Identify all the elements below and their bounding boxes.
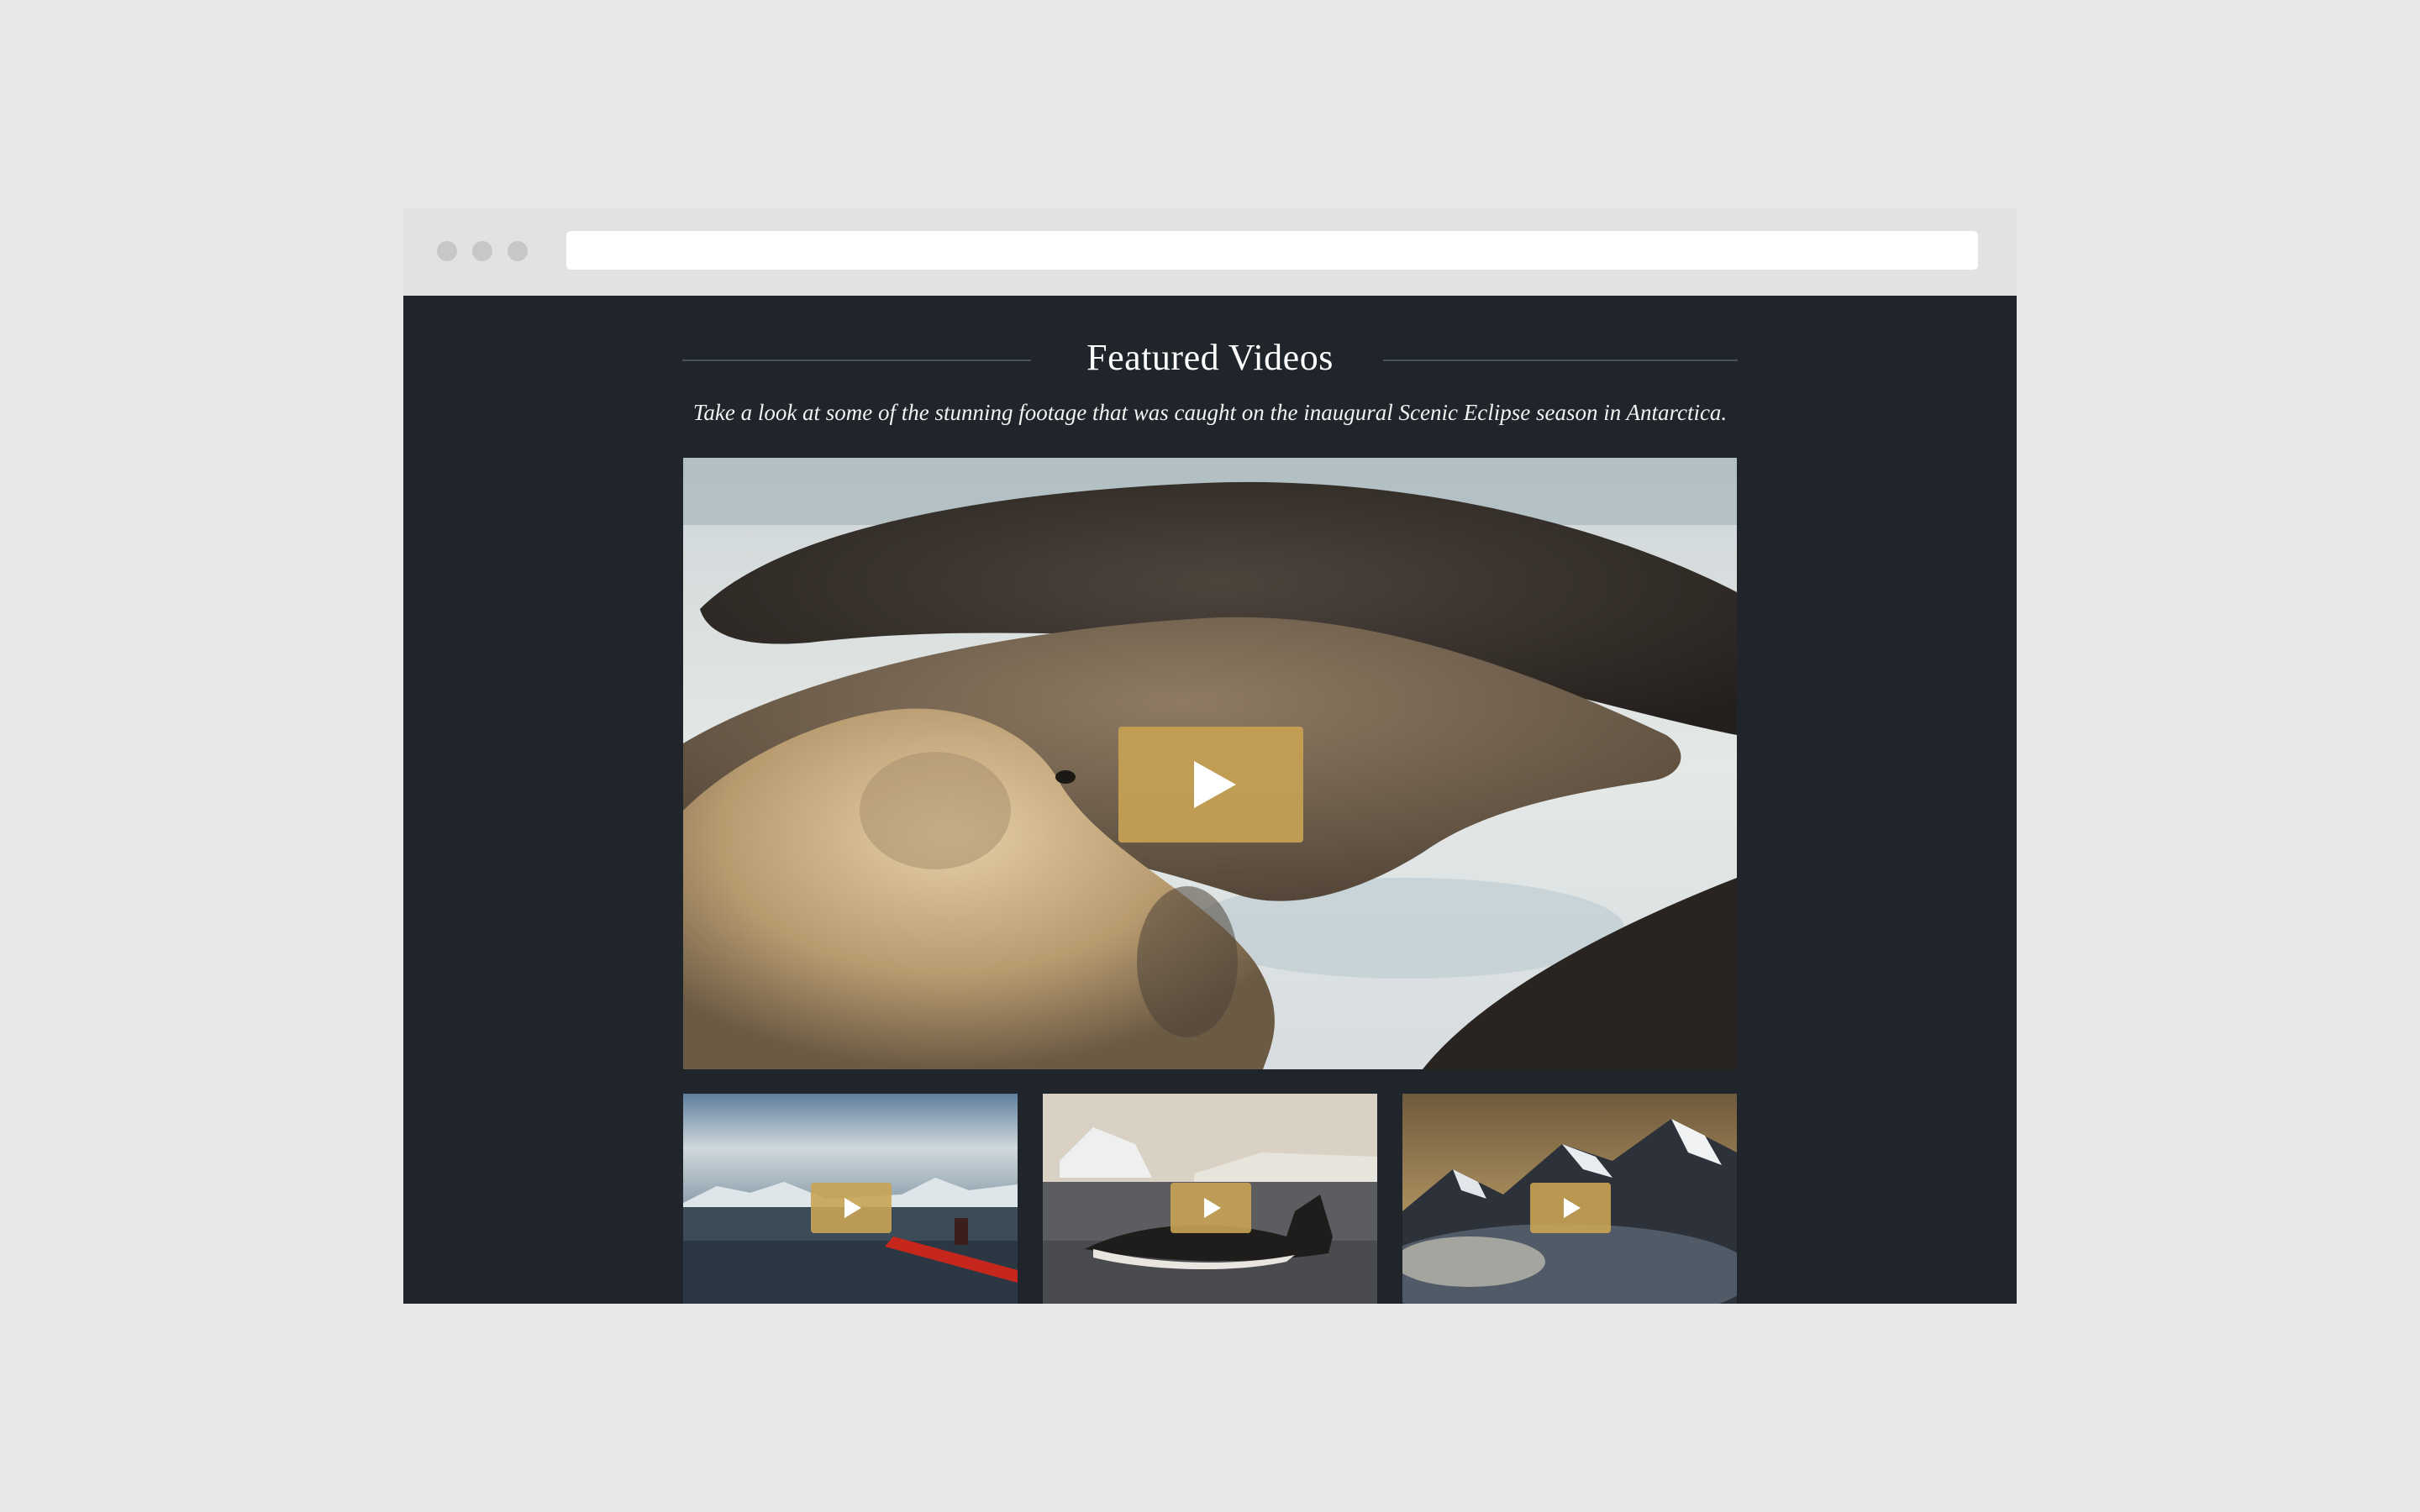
section-subtitle: Take a look at some of the stunning foot… xyxy=(692,400,1728,425)
window-maximize-dot[interactable] xyxy=(508,241,528,261)
address-bar[interactable] xyxy=(566,231,1978,270)
browser-window: Featured Videos Take a look at some of t… xyxy=(403,208,2017,1304)
play-button-1[interactable] xyxy=(811,1183,892,1233)
play-icon xyxy=(1204,1198,1221,1218)
play-icon xyxy=(1564,1198,1581,1218)
play-icon xyxy=(844,1198,861,1218)
play-button-2[interactable] xyxy=(1171,1183,1251,1233)
featured-play-button[interactable] xyxy=(1118,727,1303,843)
browser-toolbar xyxy=(403,208,2017,296)
window-minimize-dot[interactable] xyxy=(472,241,492,261)
page-viewport: Featured Videos Take a look at some of t… xyxy=(403,296,2017,1304)
section-title: Featured Videos xyxy=(1086,337,1334,378)
video-thumbnail-2[interactable] xyxy=(1043,1094,1377,1304)
play-button-3[interactable] xyxy=(1530,1183,1611,1233)
video-thumbnail-3[interactable] xyxy=(1402,1094,1737,1304)
play-icon xyxy=(1194,761,1236,808)
window-close-dot[interactable] xyxy=(437,241,457,261)
featured-video[interactable] xyxy=(683,458,1737,1069)
video-thumbnail-1[interactable] xyxy=(683,1094,1018,1304)
